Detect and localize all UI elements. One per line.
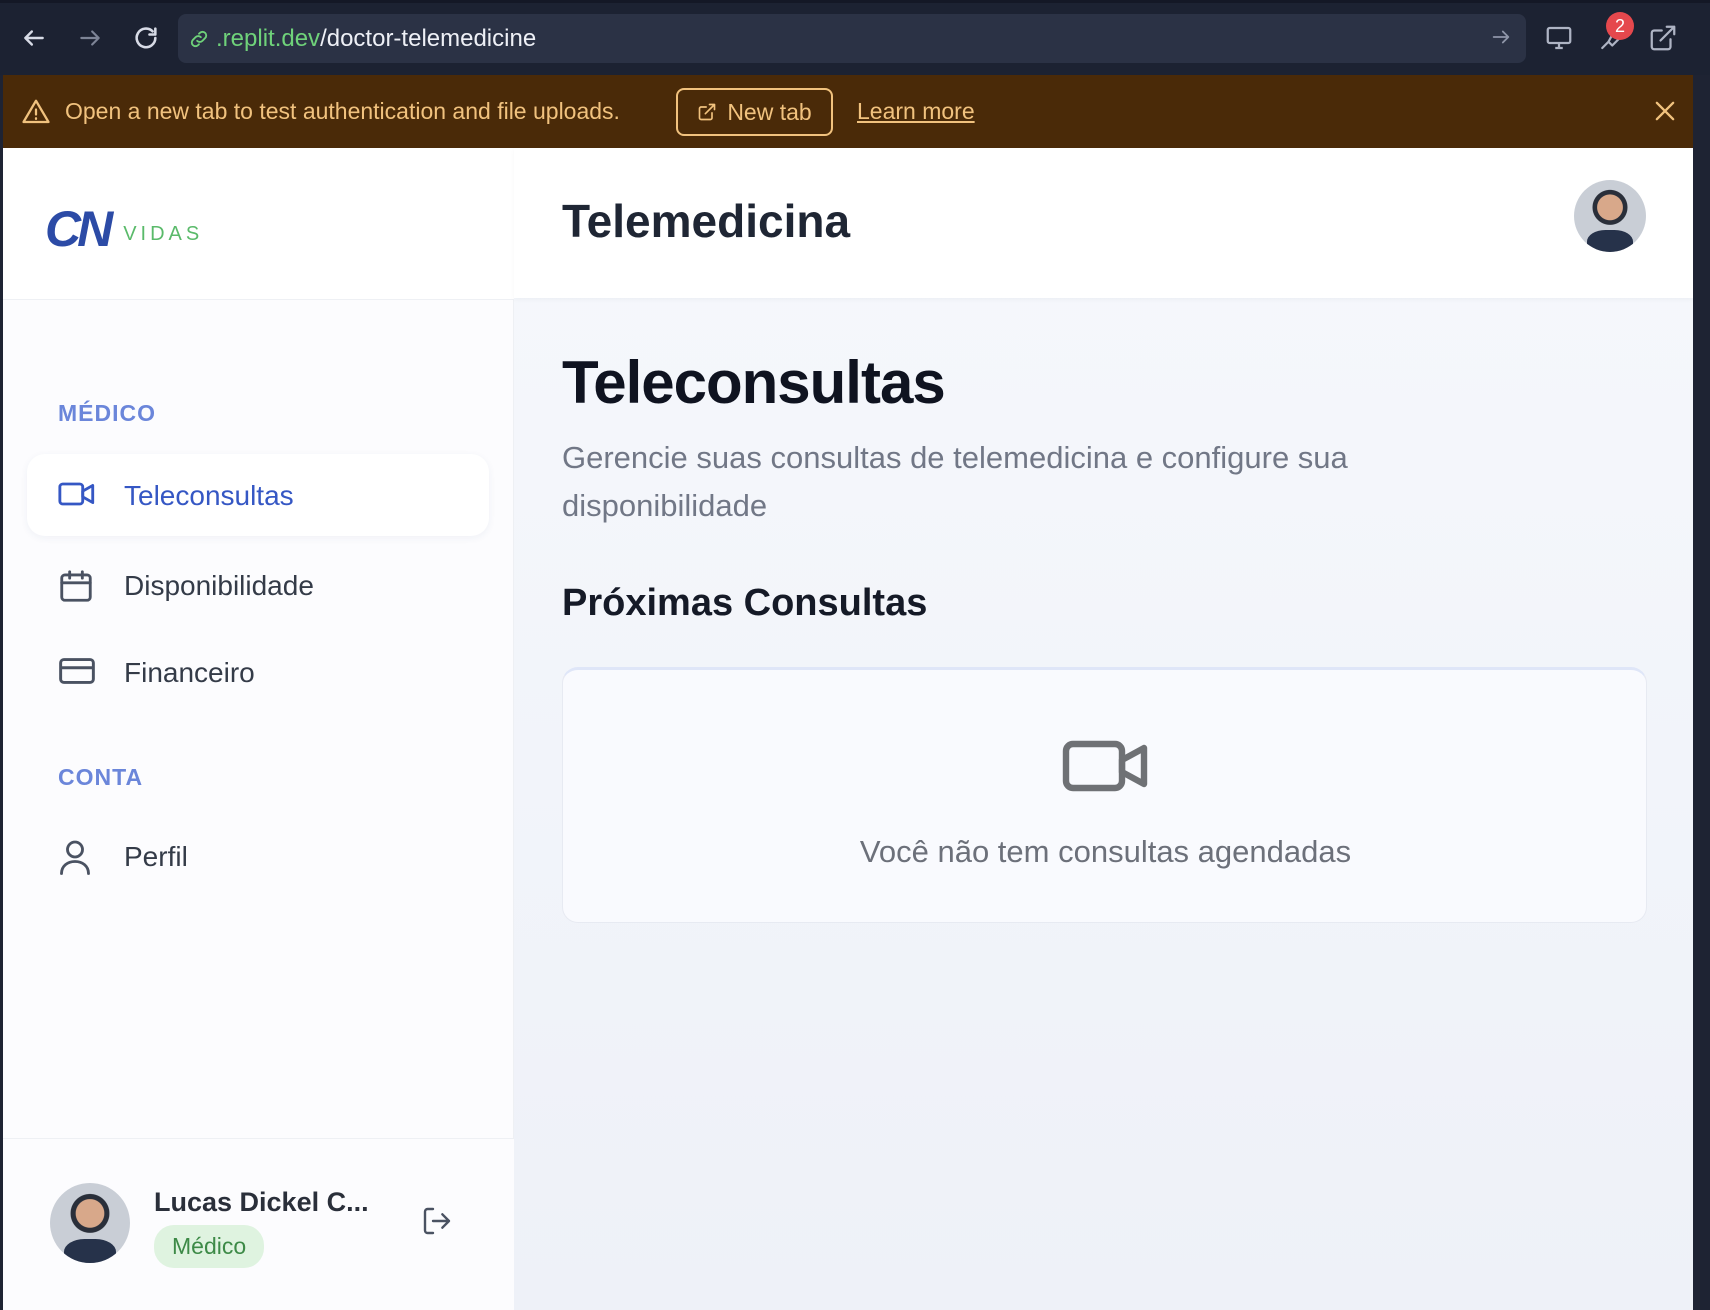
user-name: Lucas Dickel C...: [154, 1187, 369, 1217]
banner-message: Open a new tab to test authentication an…: [65, 98, 620, 124]
browser-window: .replit.dev/doctor-telemedicine 2 Open a…: [0, 0, 1710, 1310]
browser-toolbar: .replit.dev/doctor-telemedicine 2: [0, 0, 1710, 75]
role-badge: Médico: [154, 1225, 265, 1268]
new-tab-button[interactable]: New tab: [676, 88, 833, 136]
sidebar-item-label: Perfil: [124, 841, 188, 872]
main-content: Telemedicina Teleconsultas Gerencie suas…: [514, 148, 1693, 1310]
url-path: /doctor-telemedicine: [320, 24, 537, 52]
warning-icon: [21, 97, 51, 132]
empty-state-card: Você não tem consultas agendadas: [562, 667, 1647, 923]
empty-state-text: Você não tem consultas agendadas: [859, 834, 1352, 869]
url-bar[interactable]: .replit.dev/doctor-telemedicine: [178, 14, 1526, 63]
notice-banner: Open a new tab to test authentication an…: [3, 75, 1693, 148]
logout-icon[interactable]: [421, 1205, 453, 1242]
logo-area: CN VIDAS: [3, 148, 514, 300]
video-icon: [1060, 734, 1152, 803]
sidebar-item-label: Teleconsultas: [124, 480, 294, 511]
app-window: CN VIDAS MÉDICO Teleconsultas Disponibil…: [3, 148, 1693, 1310]
sidebar-item-teleconsultas[interactable]: Teleconsultas: [27, 454, 489, 536]
page-title: Teleconsultas: [562, 349, 946, 416]
open-external-icon[interactable]: [1643, 18, 1683, 58]
new-tab-label: New tab: [727, 98, 812, 125]
reload-icon[interactable]: [126, 18, 166, 58]
user-profile-area: Lucas Dickel C... Médico: [3, 1138, 514, 1310]
logo-mark: CN: [45, 201, 113, 257]
sidebar-item-label: Disponibilidade: [124, 570, 314, 601]
devices-icon[interactable]: [1539, 18, 1579, 58]
external-link-icon: [697, 102, 717, 122]
logo-word: VIDAS: [123, 222, 204, 245]
logo[interactable]: CN VIDAS: [45, 200, 203, 258]
close-icon[interactable]: [1651, 97, 1679, 130]
link-icon: [188, 28, 210, 50]
header-avatar[interactable]: [1574, 180, 1646, 252]
sidebar-item-financeiro[interactable]: Financeiro: [27, 631, 489, 713]
calendar-icon: [57, 566, 95, 611]
sidebar: CN VIDAS MÉDICO Teleconsultas Disponibil…: [3, 148, 514, 1310]
credit-card-icon: [57, 653, 97, 694]
sidebar-item-disponibilidade[interactable]: Disponibilidade: [27, 544, 489, 626]
sidebar-item-perfil[interactable]: Perfil: [27, 815, 489, 897]
section-label-medico: MÉDICO: [58, 400, 156, 426]
top-header: Telemedicina: [514, 148, 1693, 298]
section-title-proximas-consultas: Próximas Consultas: [562, 582, 928, 624]
avatar[interactable]: [50, 1183, 130, 1263]
go-arrow-icon[interactable]: [1490, 26, 1512, 53]
notification-badge: 2: [1606, 12, 1634, 40]
tab-strip: [0, 0, 1710, 3]
url-domain: .replit.dev: [216, 24, 321, 52]
back-icon[interactable]: [14, 18, 54, 58]
forward-icon[interactable]: [70, 18, 110, 58]
section-label-conta: CONTA: [58, 764, 144, 790]
user-icon: [57, 837, 93, 882]
video-icon: [57, 476, 97, 517]
page-subtitle: Gerencie suas consultas de telemedicina …: [562, 440, 1348, 523]
page-header-title: Telemedicina: [562, 195, 851, 247]
learn-more-link[interactable]: Learn more: [857, 98, 975, 125]
sidebar-item-label: Financeiro: [124, 657, 255, 688]
